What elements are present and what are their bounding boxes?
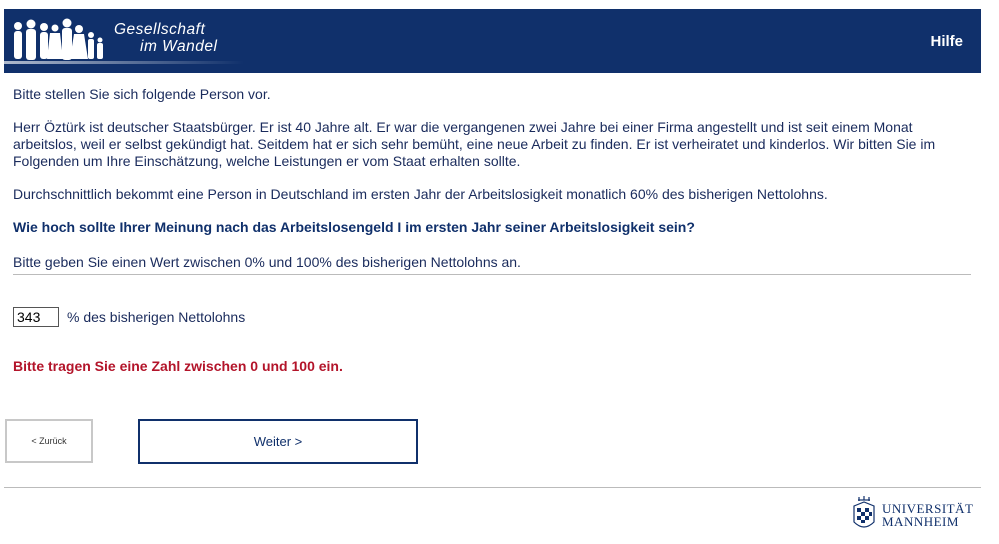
logo-title-line1: Gesellschaft (114, 21, 206, 38)
divider (13, 274, 971, 275)
survey-logo: Gesellschaft im Wandel (4, 9, 244, 73)
validation-error: Bitte tragen Sie eine Zahl zwischen 0 un… (13, 358, 343, 374)
context-text: Durchschnittlich bekommt eine Person in … (13, 186, 828, 202)
back-button[interactable]: < Zurück (5, 419, 93, 463)
header-bar: Gesellschaft im Wandel Hilfe (4, 9, 981, 73)
percentage-input[interactable] (13, 307, 59, 327)
answer-unit-label: % des bisherigen Nettolohns (67, 309, 246, 325)
next-button[interactable]: Weiter > (138, 419, 418, 464)
intro-text: Bitte stellen Sie sich folgende Person v… (13, 86, 271, 102)
instruction-text: Bitte geben Sie einen Wert zwischen 0% u… (13, 254, 521, 270)
question-text: Wie hoch sollte Ihrer Meinung nach das A… (13, 219, 695, 235)
logo-title-line2: im Wandel (140, 38, 218, 55)
university-logo: UNIVERSITÄT MANNHEIM (848, 496, 988, 538)
help-link[interactable]: Hilfe (930, 33, 963, 50)
scenario-text: Herr Öztürk ist deutscher Staatsbürger. … (13, 119, 936, 169)
crest-icon (853, 496, 875, 528)
answer-row: % des bisherigen Nettolohns (13, 307, 245, 327)
university-name-line2: MANNHEIM (882, 514, 959, 529)
footer-divider (4, 487, 981, 488)
